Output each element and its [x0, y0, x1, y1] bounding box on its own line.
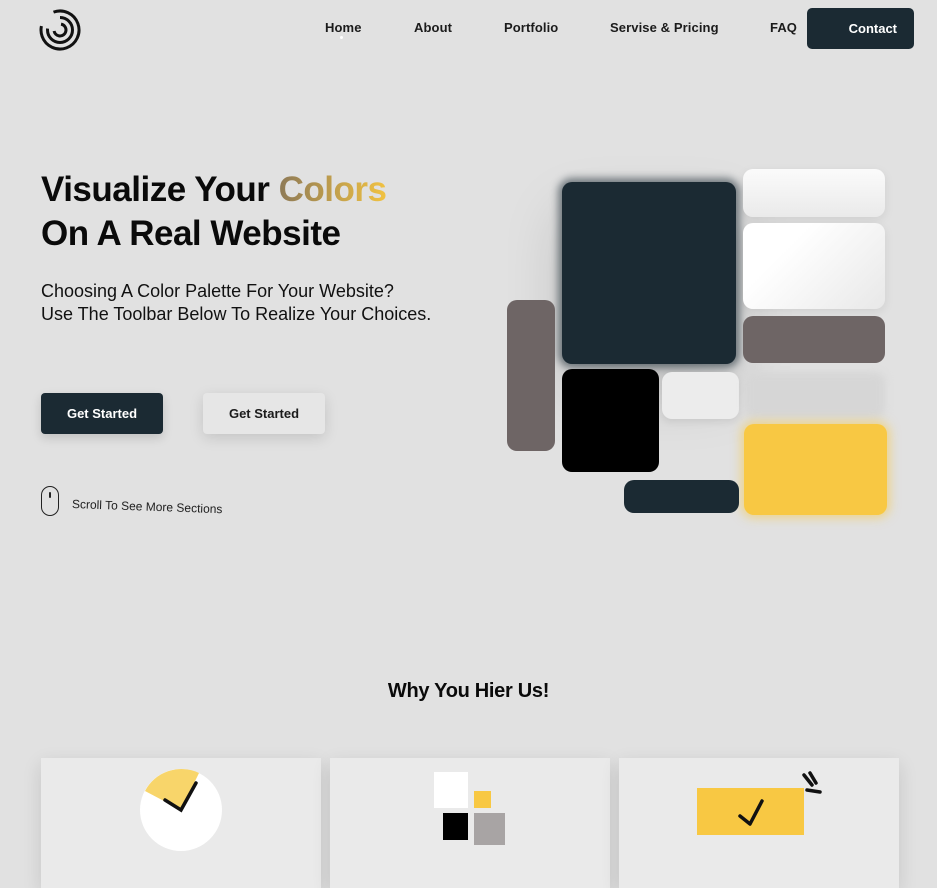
swatch-white-2 — [743, 223, 885, 309]
contact-button[interactable]: Contact — [807, 8, 914, 49]
get-started-secondary-button[interactable]: Get Started — [203, 393, 325, 434]
scroll-hint: Scroll To See More Sections — [71, 497, 223, 517]
feature-card-1 — [41, 758, 321, 888]
hero-title-accent: Colors — [278, 170, 387, 209]
hero-title: Visualize Your Colors On A Real Website — [41, 168, 387, 256]
feature-card-2 — [330, 758, 610, 888]
color-squares-icon — [434, 772, 505, 845]
swatch-gray-blur — [745, 372, 885, 418]
swatch-black — [562, 369, 659, 472]
hero-subtitle-line2: Use The Toolbar Below To Realize Your Ch… — [41, 304, 432, 324]
swatch-taupe-tall — [507, 300, 555, 451]
hero-subtitle-line1: Choosing A Color Palette For Your Websit… — [41, 281, 394, 301]
swatch-taupe-wide — [743, 316, 885, 363]
section-title: Why You Hier Us! — [387, 680, 550, 702]
hero-subtitle: Choosing A Color Palette For Your Websit… — [41, 280, 431, 326]
checkmark-badge-icon — [697, 771, 822, 835]
active-indicator — [340, 36, 343, 39]
swatch-dark-large — [562, 182, 736, 364]
swatch-yellow — [744, 424, 887, 515]
swatch-white-1 — [743, 169, 885, 217]
nav-service-pricing[interactable]: Servise & Pricing — [610, 20, 719, 35]
clock-icon — [140, 768, 222, 851]
mouse-icon — [41, 486, 59, 516]
feature-card-3 — [619, 758, 899, 888]
hero-title-line2: On A Real Website — [41, 214, 341, 253]
nav-faq[interactable]: FAQ — [770, 20, 797, 35]
swatch-white-small — [662, 372, 739, 419]
hero-title-part1: Visualize Your — [41, 170, 279, 209]
spiral-logo-icon[interactable] — [38, 8, 82, 52]
nav-home[interactable]: Home — [325, 20, 362, 35]
get-started-primary-button[interactable]: Get Started — [41, 393, 163, 434]
swatch-dark-small — [624, 480, 739, 513]
nav-portfolio[interactable]: Portfolio — [504, 20, 558, 35]
nav-about[interactable]: About — [414, 20, 452, 35]
